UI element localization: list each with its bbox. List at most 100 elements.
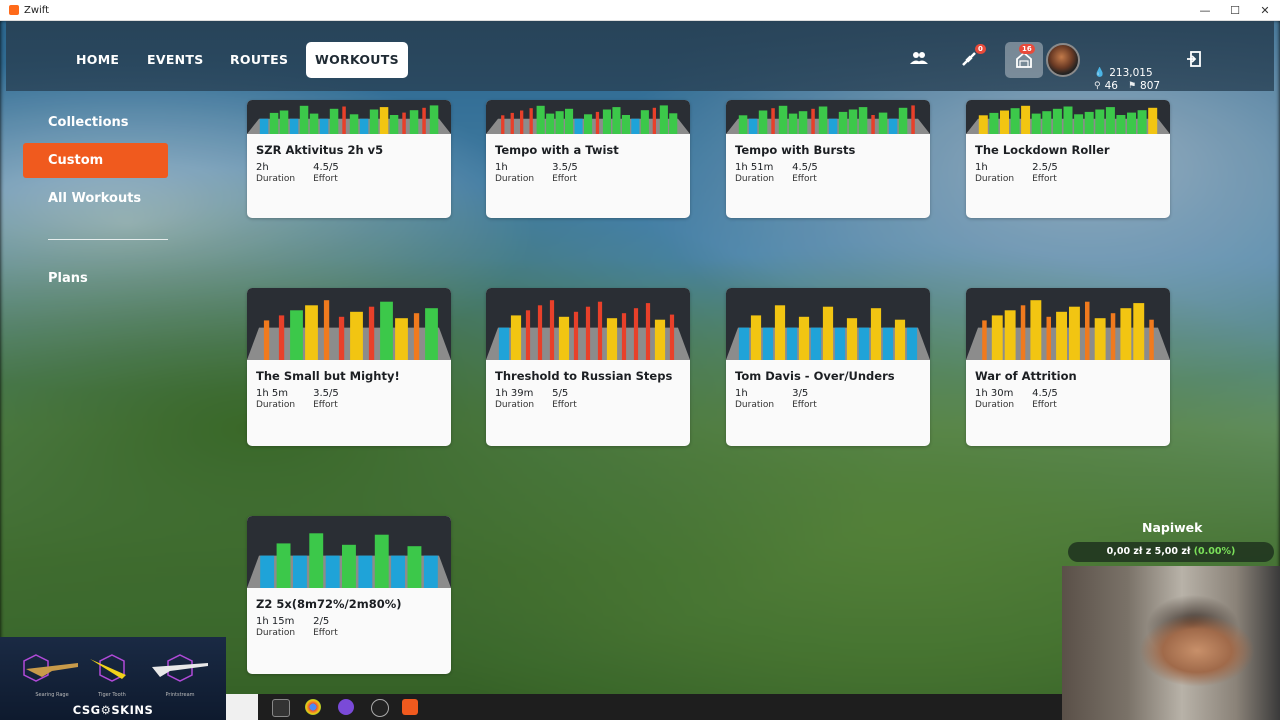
workout-effort: 4.5/5 xyxy=(1032,388,1058,399)
chrome-icon[interactable] xyxy=(305,699,321,715)
skin-name-3: Printstream xyxy=(165,692,195,698)
bike-icon: ⚲ xyxy=(1094,81,1101,91)
effort-label: Effort xyxy=(313,174,338,184)
obs-icon[interactable] xyxy=(371,699,389,717)
workout-effort: 2.5/5 xyxy=(1032,162,1058,173)
sidebar-item-plans[interactable]: Plans xyxy=(48,271,88,286)
workout-power-graph xyxy=(726,288,930,360)
nav-tab-events[interactable]: EVENTS xyxy=(138,42,213,78)
duration-label: Duration xyxy=(975,174,1015,184)
workout-meta: 1h 30m Duration 4.5/5 Effort xyxy=(975,388,1058,411)
effort-label: Effort xyxy=(313,400,338,410)
workout-card[interactable]: Tempo with Bursts 1h 51m Duration 4.5/5 Effo… xyxy=(726,100,930,218)
workout-meta: 1h 15m Duration 2/5 Effort xyxy=(256,616,338,639)
workout-duration: 1h 5m xyxy=(256,388,288,399)
effort-label: Effort xyxy=(552,400,577,410)
level-b-value: 807 xyxy=(1140,80,1161,92)
workout-duration: 1h 51m xyxy=(735,162,774,173)
duration-label: Duration xyxy=(256,174,296,184)
workout-duration: 1h 15m xyxy=(256,616,295,627)
workout-duration: 1h xyxy=(735,388,748,399)
taskbar-search-box[interactable] xyxy=(226,694,258,720)
nav-tab-workouts[interactable]: WORKOUTS xyxy=(306,42,408,78)
workout-effort: 2/5 xyxy=(313,616,330,627)
workout-meta: 1h Duration 2.5/5 Effort xyxy=(975,162,1058,185)
close-button[interactable]: ✕ xyxy=(1250,4,1280,17)
duration-label: Duration xyxy=(495,400,535,410)
workout-card[interactable]: SZR Aktivitus 2h v5 2h Duration 4.5/5 Effort xyxy=(247,100,451,218)
workout-effort: 3.5/5 xyxy=(313,388,339,399)
workout-meta: 1h 51m Duration 4.5/5 Effort xyxy=(735,162,818,185)
workout-duration: 1h 30m xyxy=(975,388,1014,399)
workout-title: Tempo with a Twist xyxy=(495,143,619,157)
workout-title: Threshold to Russian Steps xyxy=(495,369,673,383)
duration-label: Duration xyxy=(735,400,775,410)
minimize-button[interactable]: — xyxy=(1190,4,1220,17)
nav-tab-home[interactable]: HOME xyxy=(67,42,128,78)
workout-power-graph xyxy=(247,516,451,588)
workout-power-graph xyxy=(486,288,690,360)
sponsor-overlay: Searing Rage Tiger Tooth Printstream CSG… xyxy=(0,637,226,720)
workout-power-graph xyxy=(726,100,930,134)
player-stats: 💧 213,015 ⚲ 46 ⚑ 807 xyxy=(1094,67,1160,93)
sidebar-item-all-workouts[interactable]: All Workouts xyxy=(48,191,141,206)
sponsor-brand: CSG⚙SKINS xyxy=(72,703,154,717)
avatar[interactable] xyxy=(1046,43,1080,77)
duration-label: Duration xyxy=(975,400,1015,410)
skin-name-1: Searing Rage xyxy=(35,692,69,698)
skin-name-2: Tiger Tooth xyxy=(98,692,126,698)
workout-duration: 2h xyxy=(256,162,269,173)
workout-power-graph xyxy=(966,100,1170,134)
sidebar-item-custom[interactable]: Custom xyxy=(23,143,168,178)
effort-label: Effort xyxy=(792,174,817,184)
workout-title: The Small but Mighty! xyxy=(256,369,400,383)
tip-percent: (0.00%) xyxy=(1193,546,1236,557)
workout-duration: 1h xyxy=(975,162,988,173)
maximize-button[interactable]: ☐ xyxy=(1220,4,1250,17)
drops-value: 213,015 xyxy=(1109,67,1153,79)
nav-tab-routes[interactable]: ROUTES xyxy=(221,42,297,78)
workout-card[interactable]: War of Attrition 1h 30m Duration 4.5/5 Effor… xyxy=(966,288,1170,446)
drops-icon: 💧 xyxy=(1094,68,1106,78)
workout-meta: 2h Duration 4.5/5 Effort xyxy=(256,162,339,185)
top-navigation: HOME EVENTS ROUTES WORKOUTS 0 16 💧 213,01… xyxy=(6,21,1274,93)
duration-label: Duration xyxy=(495,174,535,184)
workout-duration: 1h 39m xyxy=(495,388,534,399)
zwift-taskbar-icon[interactable] xyxy=(402,699,418,715)
effort-label: Effort xyxy=(792,400,817,410)
level-a-value: 46 xyxy=(1104,80,1118,92)
workout-card[interactable]: The Lockdown Roller 1h Duration 2.5/5 Effort xyxy=(966,100,1170,218)
workout-effort: 4.5/5 xyxy=(792,162,818,173)
workout-power-graph xyxy=(247,100,451,134)
tip-widget-title: Napiwek xyxy=(1142,520,1203,535)
effort-label: Effort xyxy=(552,174,577,184)
workout-effort: 4.5/5 xyxy=(313,162,339,173)
sidebar-item-collections[interactable]: Collections xyxy=(48,115,129,130)
workout-power-graph xyxy=(966,288,1170,360)
effort-label: Effort xyxy=(1032,400,1057,410)
workout-power-graph xyxy=(247,288,451,360)
tip-progress-bar: 0,00 zł z 5,00 zł (0.00%) xyxy=(1068,542,1274,562)
workout-meta: 1h 39m Duration 5/5 Effort xyxy=(495,388,577,411)
terminal-icon[interactable] xyxy=(272,699,290,717)
workout-title: Tom Davis - Over/Unders xyxy=(735,369,895,383)
workout-card[interactable]: Z2 5x(8m72%/2m80%) 1h 15m Duration 2/5 Effor… xyxy=(247,516,451,674)
workout-card[interactable]: Tom Davis - Over/Unders 1h Duration 3/5 Effo… xyxy=(726,288,930,446)
workout-title: The Lockdown Roller xyxy=(975,143,1110,157)
workout-meta: 1h 5m Duration 3.5/5 Effort xyxy=(256,388,339,411)
workout-card[interactable]: Threshold to Russian Steps 1h 39m Duration… xyxy=(486,288,690,446)
zwift-app-icon xyxy=(9,5,19,15)
duration-label: Duration xyxy=(735,174,775,184)
window-title: Zwift xyxy=(24,4,50,16)
connections-icon[interactable] xyxy=(960,50,978,72)
exit-icon[interactable] xyxy=(1186,51,1202,71)
workout-card[interactable]: Tempo with a Twist 1h Duration 3.5/5 Effort xyxy=(486,100,690,218)
webcam-overlay xyxy=(1062,566,1280,720)
os-taskbar xyxy=(226,694,1062,720)
workout-meta: 1h Duration 3.5/5 Effort xyxy=(495,162,578,185)
skin-knife-icon xyxy=(82,653,142,683)
discord-icon[interactable] xyxy=(338,699,354,715)
workout-card[interactable]: The Small but Mighty! 1h 5m Duration 3.5/5 E… xyxy=(247,288,451,446)
friends-icon[interactable] xyxy=(910,51,928,69)
workout-effort: 5/5 xyxy=(552,388,569,399)
